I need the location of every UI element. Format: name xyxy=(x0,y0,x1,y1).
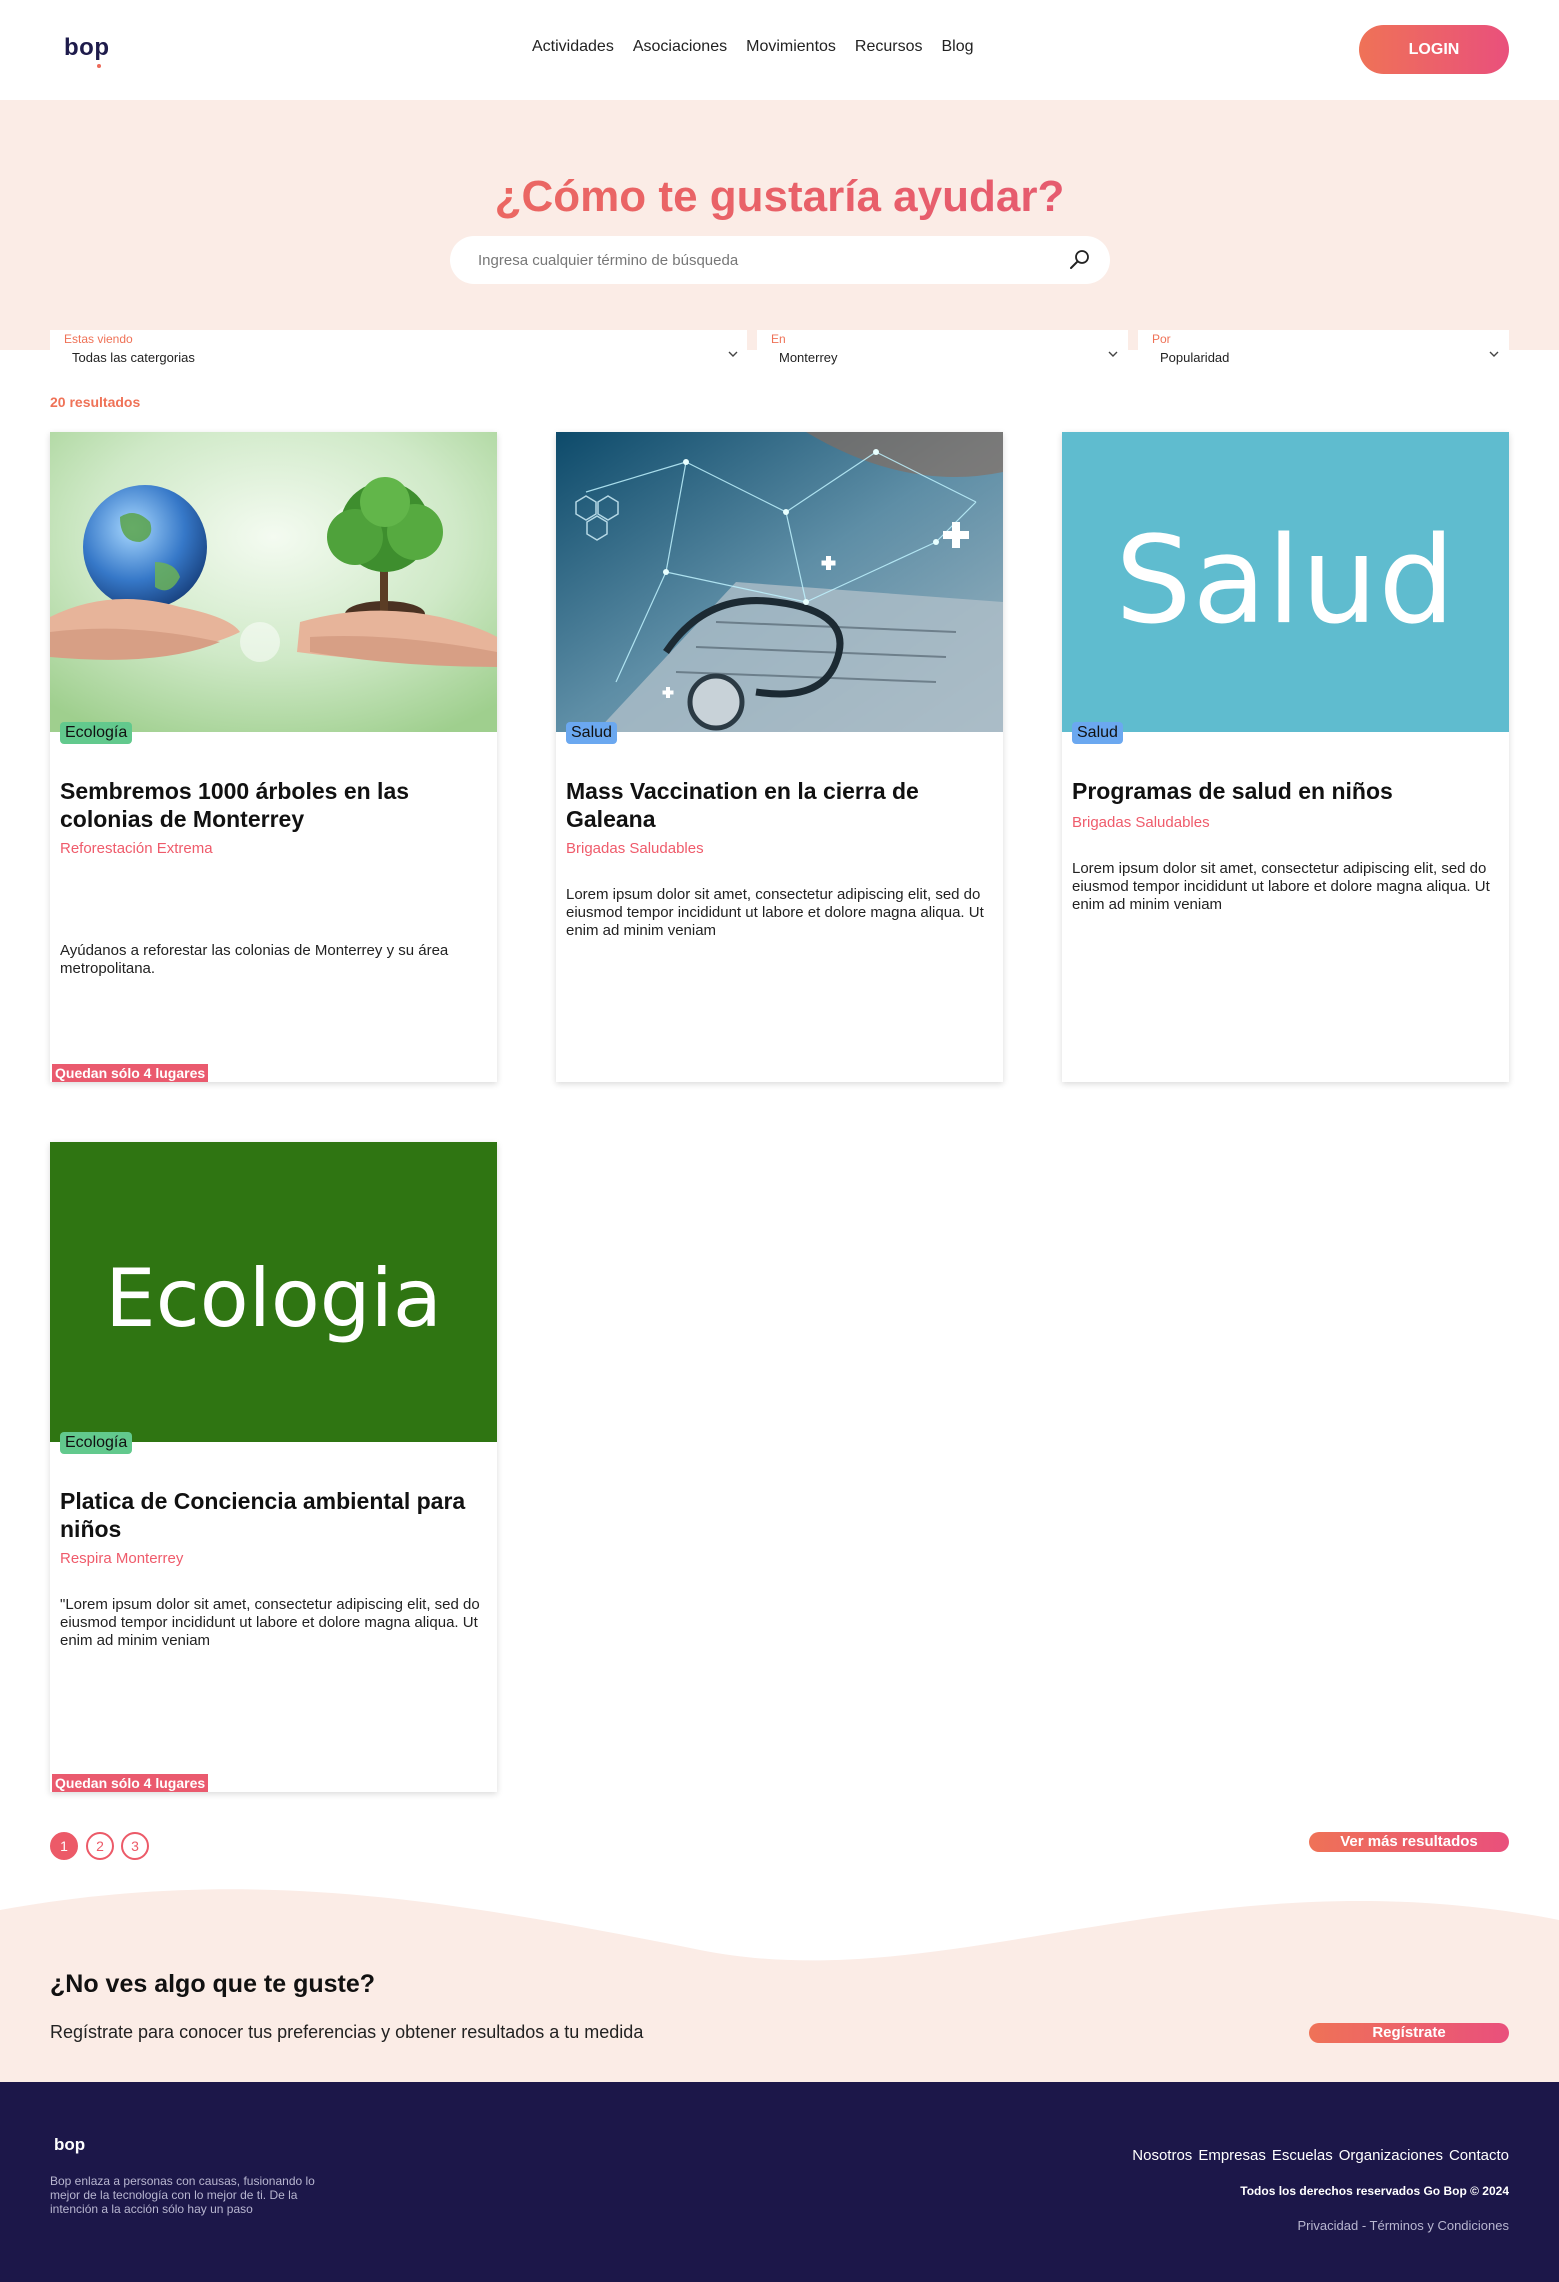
nav-asociaciones[interactable]: Asociaciones xyxy=(633,38,727,56)
availability-badge: Quedan sólo 4 lugares xyxy=(52,1064,209,1082)
card-organization[interactable]: Brigadas Saludables xyxy=(1072,814,1210,831)
footer-logo[interactable]: bop xyxy=(54,2135,85,2155)
terms-link[interactable]: Términos y Condiciones xyxy=(1370,2218,1509,2233)
card-title: Programas de salud en niños xyxy=(1072,778,1393,804)
activity-card[interactable]: Salud Salud Programas de salud en niños … xyxy=(1062,432,1509,1082)
footer-link-escuelas[interactable]: Escuelas xyxy=(1272,2147,1333,2164)
availability-badge: Quedan sólo 4 lugares xyxy=(52,1774,209,1792)
chevron-down-icon xyxy=(1489,351,1499,357)
category-tag: Ecología xyxy=(60,1432,133,1454)
cta-title: ¿No ves algo que te guste? xyxy=(50,1970,376,1998)
card-image xyxy=(556,432,1003,732)
filter-category-label: Estas viendo xyxy=(64,332,133,346)
footer-about: Bop enlaza a personas con causas, fusion… xyxy=(50,2174,315,2216)
footer-links: Nosotros Empresas Escuelas Organizacione… xyxy=(1132,2147,1509,2164)
results-count: 20 resultados xyxy=(50,394,141,410)
legal-separator: - xyxy=(1358,2218,1370,2233)
hero-section: ¿Cómo te gustaría ayudar? xyxy=(0,100,1559,350)
card-title: Platica de Conciencia ambiental para niñ… xyxy=(60,1488,466,1542)
filter-sort[interactable]: Por Popularidad xyxy=(1138,330,1509,370)
category-tag: Ecología xyxy=(60,722,133,744)
activity-card[interactable]: Ecologia Ecología Platica de Conciencia … xyxy=(50,1142,497,1792)
nav-recursos[interactable]: Recursos xyxy=(855,38,923,56)
footer-link-contacto[interactable]: Contacto xyxy=(1449,2147,1509,2164)
footer-link-empresas[interactable]: Empresas xyxy=(1198,2147,1266,2164)
search-icon[interactable] xyxy=(1068,248,1092,272)
page-1-button[interactable]: 1 xyxy=(50,1832,78,1860)
site-footer: bop Bop enlaza a personas con causas, fu… xyxy=(0,2082,1559,2282)
nav-actividades[interactable]: Actividades xyxy=(532,38,614,56)
card-description: Ayúdanos a reforestar las colonias de Mo… xyxy=(60,942,449,977)
card-title: Mass Vaccination en la cierra de Galeana xyxy=(566,778,919,832)
activity-card[interactable]: Salud Mass Vaccination en la cierra de G… xyxy=(556,432,1003,1082)
site-header: bop Actividades Asociaciones Movimientos… xyxy=(0,0,1559,100)
page-2-button[interactable]: 2 xyxy=(86,1832,114,1860)
ecologia-banner-text: Ecologia xyxy=(105,1252,442,1345)
earth-tree-image xyxy=(50,432,497,732)
footer-link-nosotros[interactable]: Nosotros xyxy=(1132,2147,1192,2164)
nav-movimientos[interactable]: Movimientos xyxy=(746,38,836,56)
activity-card[interactable]: Ecología Sembremos 1000 árboles en las c… xyxy=(50,432,497,1082)
category-tag: Salud xyxy=(1072,722,1123,744)
filter-sort-value: Popularidad xyxy=(1160,350,1230,365)
more-results-button[interactable]: Ver más resultados xyxy=(1309,1832,1509,1852)
chevron-down-icon xyxy=(728,351,738,357)
card-image: Ecologia xyxy=(50,1142,497,1442)
filter-location[interactable]: En Monterrey xyxy=(757,330,1128,370)
card-description: Lorem ipsum dolor sit amet, consectetur … xyxy=(1072,860,1490,913)
main-nav: Actividades Asociaciones Movimientos Rec… xyxy=(532,38,974,56)
filter-location-label: En xyxy=(771,332,786,346)
card-organization[interactable]: Respira Monterrey xyxy=(60,1550,183,1567)
privacy-link[interactable]: Privacidad xyxy=(1298,2218,1359,2233)
card-organization[interactable]: Reforestación Extrema xyxy=(60,840,213,857)
logo[interactable]: bop xyxy=(64,34,109,62)
category-tag: Salud xyxy=(566,722,617,744)
logo-dot xyxy=(97,64,101,68)
salud-banner-text: Salud xyxy=(1115,512,1456,651)
login-button[interactable]: LOGIN xyxy=(1359,25,1509,74)
page-3-button[interactable]: 3 xyxy=(121,1832,149,1860)
register-button[interactable]: Regístrate xyxy=(1309,2023,1509,2043)
cta-text: Regístrate para conocer tus preferencias… xyxy=(50,2022,644,2042)
filter-location-value: Monterrey xyxy=(779,350,838,365)
card-image: Salud xyxy=(1062,432,1509,732)
card-description: Lorem ipsum dolor sit amet, consectetur … xyxy=(566,886,984,939)
search-box xyxy=(450,236,1110,284)
filter-category-value: Todas las catergorias xyxy=(72,350,195,365)
search-input[interactable] xyxy=(478,236,1058,284)
hero-title: ¿Cómo te gustaría ayudar? xyxy=(0,172,1559,222)
card-image xyxy=(50,432,497,732)
filter-sort-label: Por xyxy=(1152,332,1171,346)
card-description: "Lorem ipsum dolor sit amet, consectetur… xyxy=(60,1596,480,1649)
nav-blog[interactable]: Blog xyxy=(942,38,974,56)
filter-category[interactable]: Estas viendo Todas las catergorias xyxy=(50,330,747,370)
medical-tech-image xyxy=(556,432,1003,732)
card-organization[interactable]: Brigadas Saludables xyxy=(566,840,704,857)
card-title: Sembremos 1000 árboles en las colonias d… xyxy=(60,778,410,832)
chevron-down-icon xyxy=(1108,351,1118,357)
footer-copyright: Todos los derechos reservados Go Bop © 2… xyxy=(1240,2184,1509,2198)
footer-link-organizaciones[interactable]: Organizaciones xyxy=(1339,2147,1443,2164)
footer-legal: Privacidad - Términos y Condiciones xyxy=(1298,2218,1509,2233)
